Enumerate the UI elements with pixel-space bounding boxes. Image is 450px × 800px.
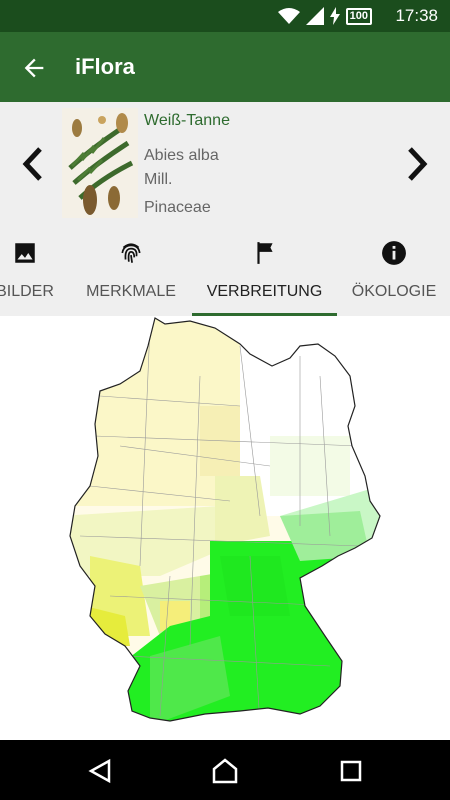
species-header: Weiß-Tanne Abies alba Mill. Pinaceae [0,102,450,226]
chevron-right-icon [408,147,428,181]
previous-species-button[interactable] [12,140,52,188]
status-bar: 100 17:38 [0,0,450,32]
species-common-name: Weiß-Tanne [144,112,230,129]
tab-bar: BILDER MERKMALE VERBREITUNG ÖKOLOGIE [0,226,450,316]
tab-verbreitung[interactable]: VERBREITUNG [192,226,337,316]
species-family: Pinaceae [144,199,211,216]
recents-square-icon[interactable] [336,756,366,786]
tab-label: BILDER [0,283,54,300]
species-latin-name: Abies alba [144,147,219,164]
fingerprint-icon [121,243,141,263]
tab-oekologie[interactable]: ÖKOLOGIE [345,226,443,316]
app-title: iFlora [75,54,135,79]
flag-icon [256,242,273,264]
species-thumbnail[interactable] [62,108,138,218]
distribution-map-area [0,316,450,738]
tab-label: ÖKOLOGIE [351,283,437,300]
info-icon [382,241,406,265]
species-latin-block: Abies alba Mill. [144,144,219,192]
germany-distribution-map[interactable] [0,316,450,738]
tab-label: MERKMALE [86,283,176,300]
back-triangle-icon[interactable] [85,756,115,786]
next-species-button[interactable] [398,140,438,188]
battery-icon: 100 [345,7,372,25]
fir-illustration-image [62,108,138,218]
species-author: Mill. [144,171,173,188]
app-bar: iFlora [0,32,450,102]
arrow-back-icon[interactable] [20,54,48,82]
charging-icon [329,7,340,25]
wifi-icon [277,8,300,24]
tab-merkmale[interactable]: MERKMALE [75,226,187,316]
home-circle-icon[interactable] [210,756,240,786]
image-icon [15,243,35,263]
chevron-left-icon [22,147,42,181]
tab-label: VERBREITUNG [206,283,323,300]
signal-icon [305,7,324,25]
status-time: 17:38 [395,6,438,25]
tab-bilder[interactable]: BILDER [0,226,70,316]
status-icons: 100 [277,7,372,25]
system-navigation-bar [0,740,450,800]
